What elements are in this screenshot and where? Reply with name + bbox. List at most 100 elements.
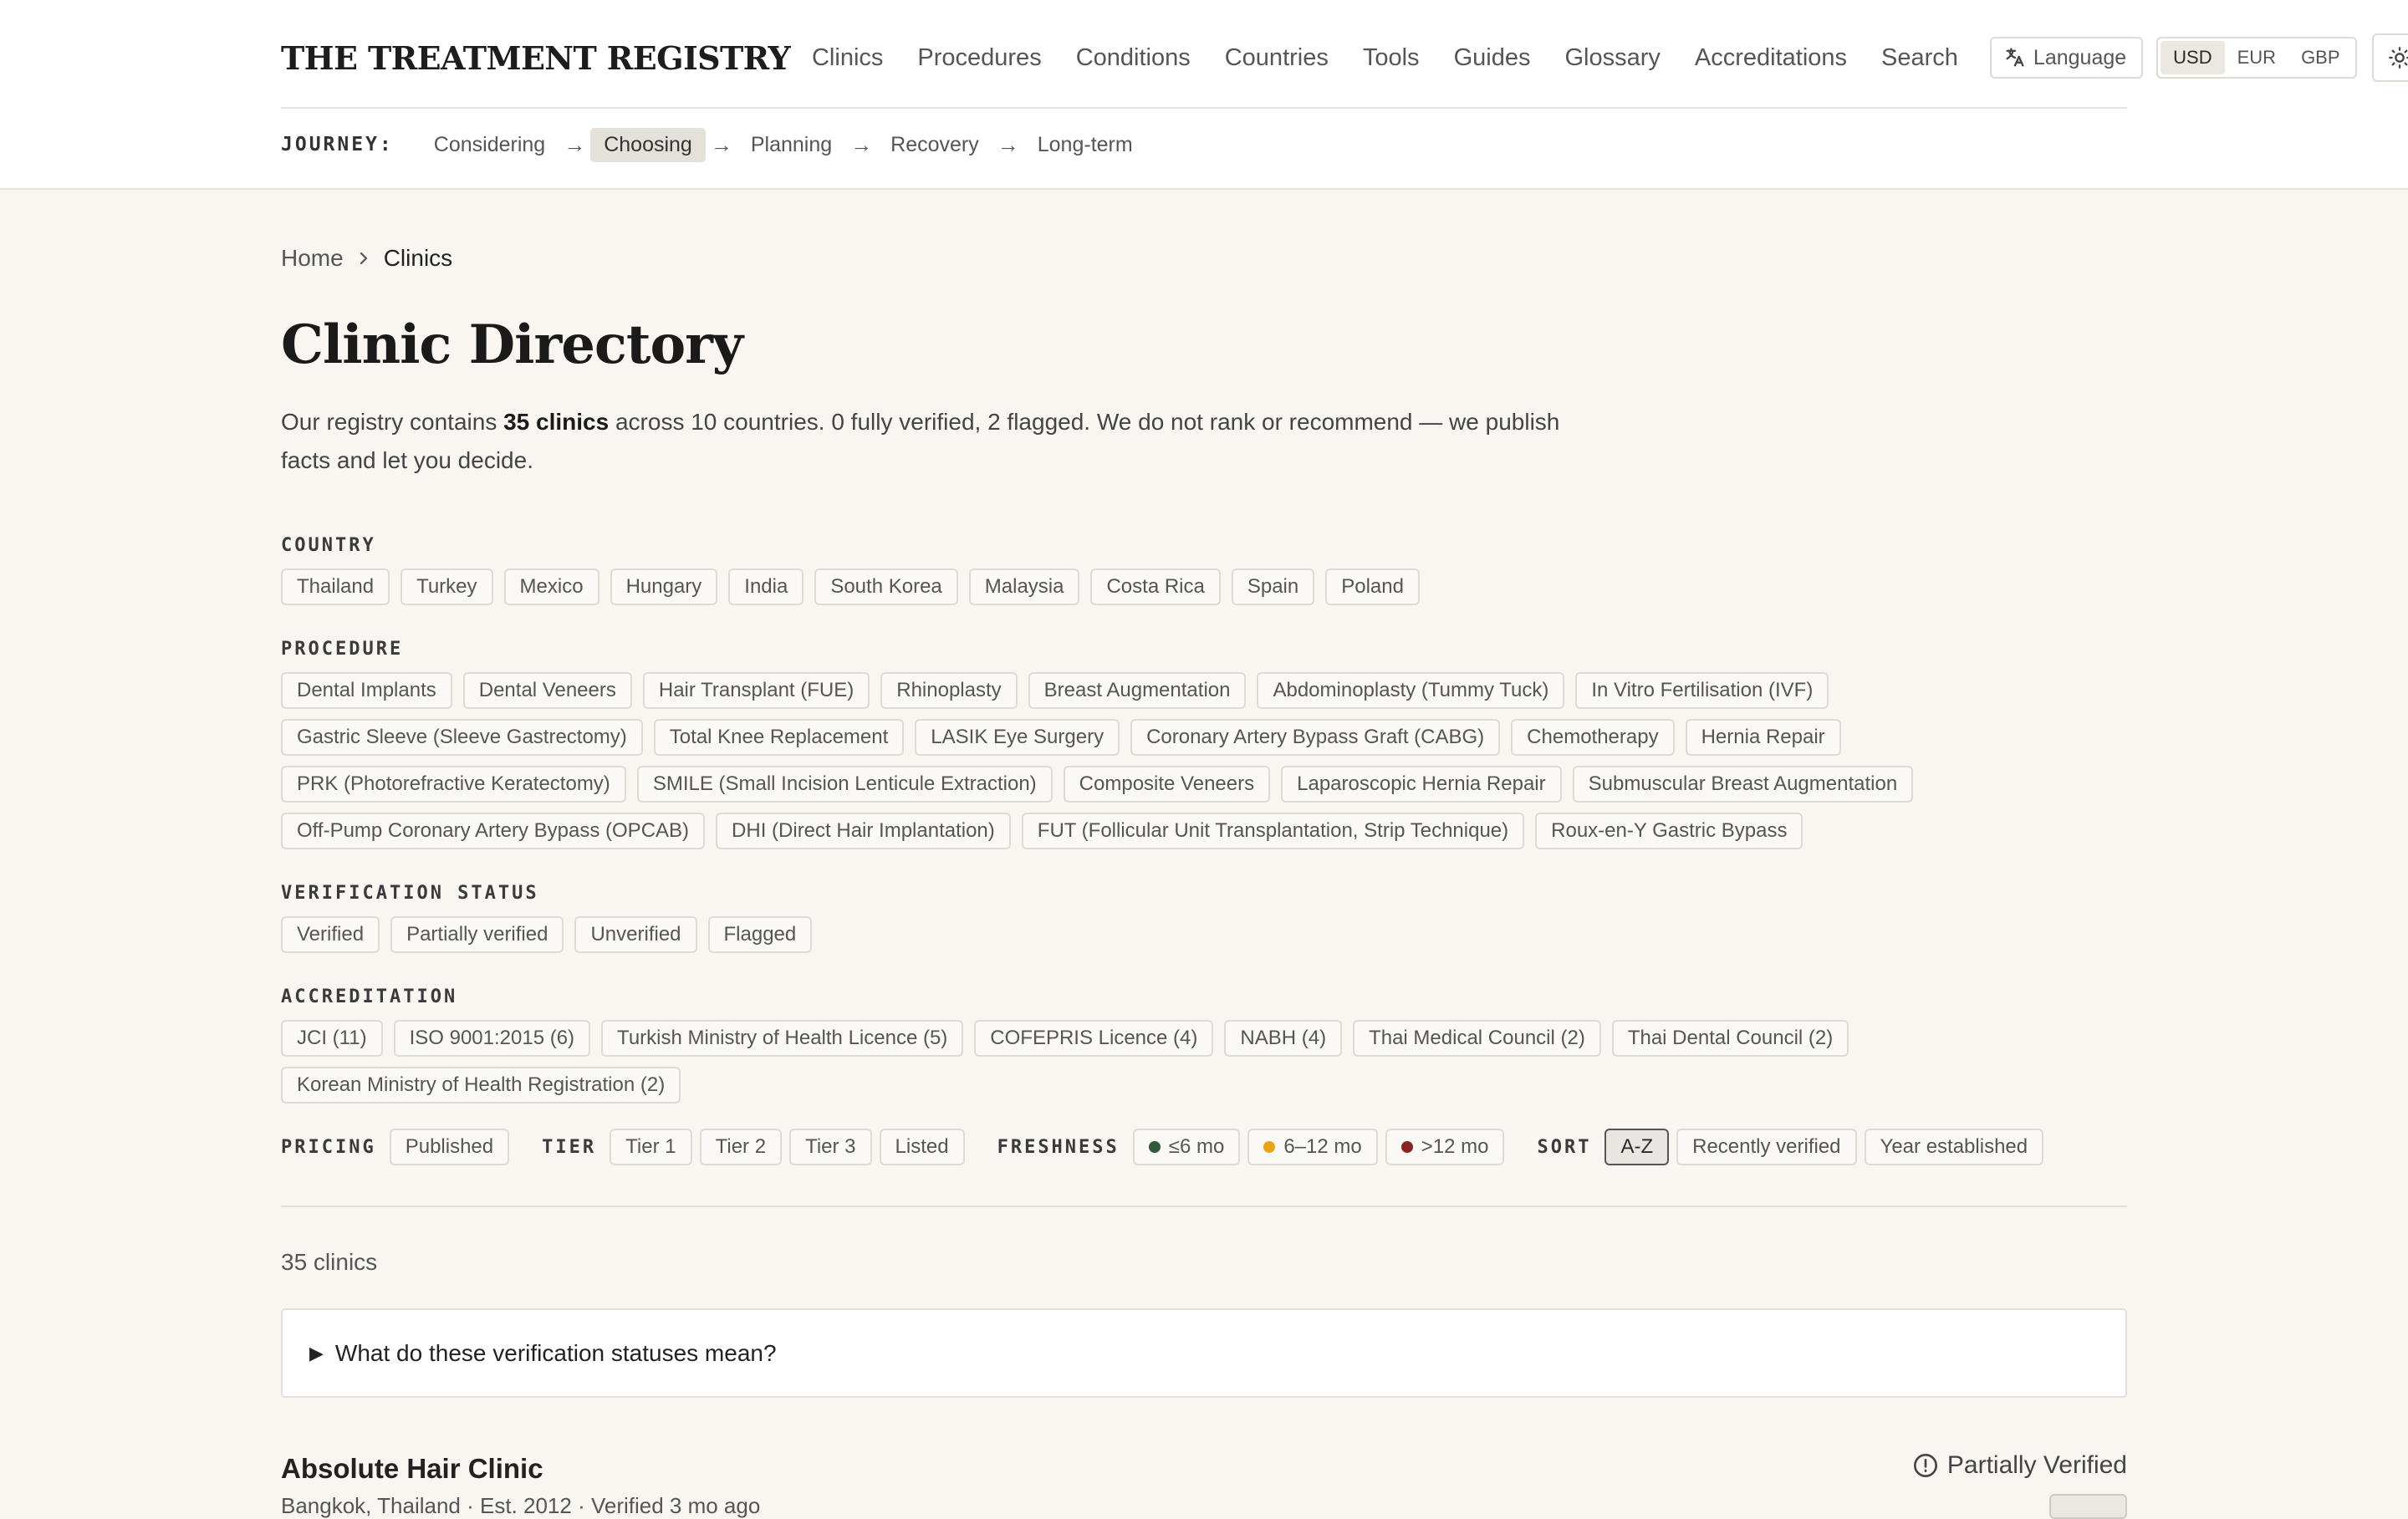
- journey-step-recovery[interactable]: Recovery: [877, 128, 992, 162]
- nav-conditions[interactable]: Conditions: [1076, 44, 1191, 72]
- translate-icon: [2006, 48, 2024, 67]
- sort-chip-year-established[interactable]: Year established: [1864, 1129, 2044, 1165]
- procedure-chip[interactable]: Hair Transplant (FUE): [642, 672, 870, 709]
- journey-step-considering[interactable]: Considering: [421, 128, 559, 162]
- country-chip[interactable]: Hungary: [610, 568, 718, 605]
- clinic-action-button[interactable]: [2049, 1494, 2127, 1519]
- nav-accreditations[interactable]: Accreditations: [1695, 44, 1847, 72]
- freshness-dot-icon: [1263, 1141, 1276, 1153]
- accreditation-chip[interactable]: JCI (11): [281, 1020, 383, 1057]
- procedure-chip[interactable]: Breast Augmentation: [1028, 672, 1247, 709]
- procedure-chip[interactable]: Gastric Sleeve (Sleeve Gastrectomy): [281, 719, 643, 756]
- intro-text: Our registry contains 35 clinics across …: [281, 403, 1585, 480]
- procedure-filter: Dental Implants Dental Veneers Hair Tran…: [281, 672, 2137, 849]
- verification-chip[interactable]: Flagged: [707, 916, 813, 953]
- procedure-chip[interactable]: Dental Veneers: [462, 672, 632, 709]
- nav-search[interactable]: Search: [1881, 44, 1958, 72]
- accreditation-chip[interactable]: COFEPRIS Licence (4): [974, 1020, 1214, 1057]
- currency-gbp[interactable]: GBP: [2288, 41, 2352, 74]
- country-chip[interactable]: Turkey: [400, 568, 493, 605]
- accreditation-chip[interactable]: ISO 9001:2015 (6): [393, 1020, 591, 1057]
- accreditation-chip[interactable]: Korean Ministry of Health Registration (…: [281, 1067, 681, 1104]
- language-label: Language: [2033, 45, 2127, 69]
- accreditation-chip[interactable]: NABH (4): [1224, 1020, 1343, 1057]
- procedure-chip[interactable]: Rhinoplasty: [880, 672, 1018, 709]
- nav-countries[interactable]: Countries: [1225, 44, 1329, 72]
- country-chip[interactable]: South Korea: [814, 568, 958, 605]
- country-chip[interactable]: India: [728, 568, 804, 605]
- currency-switcher: USD EUR GBP: [2156, 37, 2357, 79]
- procedure-chip[interactable]: Laparoscopic Hernia Repair: [1281, 766, 1562, 803]
- clinic-name[interactable]: Absolute Hair Clinic: [281, 1453, 543, 1485]
- verification-explainer-label: What do these verification statuses mean…: [334, 1339, 777, 1366]
- accreditation-chip[interactable]: Thai Medical Council (2): [1353, 1020, 1601, 1057]
- procedure-chip[interactable]: Roux-en-Y Gastric Bypass: [1535, 813, 1803, 849]
- currency-usd[interactable]: USD: [2161, 41, 2225, 74]
- clinic-status-label: Partially Verified: [1946, 1451, 2127, 1479]
- language-button[interactable]: Language: [1989, 37, 2144, 79]
- country-chip[interactable]: Thailand: [281, 568, 390, 605]
- freshness-dot-icon: [1400, 1141, 1413, 1153]
- breadcrumb-current: Clinics: [383, 245, 453, 271]
- procedure-chip[interactable]: Composite Veneers: [1063, 766, 1271, 803]
- nav-guides[interactable]: Guides: [1454, 44, 1531, 72]
- freshness-chip-label: >12 mo: [1421, 1135, 1489, 1158]
- country-chip[interactable]: Mexico: [503, 568, 599, 605]
- procedure-chip[interactable]: Hernia Repair: [1685, 719, 1841, 756]
- freshness-chip[interactable]: 6–12 mo: [1247, 1129, 1378, 1165]
- theme-light-button[interactable]: [2376, 38, 2408, 78]
- journey-step-choosing[interactable]: Choosing: [590, 127, 706, 162]
- verification-chip[interactable]: Partially verified: [390, 916, 564, 953]
- procedure-chip[interactable]: In Vitro Fertilisation (IVF): [1575, 672, 1829, 709]
- verification-chip[interactable]: Verified: [281, 916, 380, 953]
- nav-clinics[interactable]: Clinics: [812, 44, 883, 72]
- filter-accreditation-label: ACCREDITATION: [281, 986, 458, 1007]
- disclosure-triangle-icon: ▶: [309, 1342, 324, 1364]
- procedure-chip[interactable]: LASIK Eye Surgery: [915, 719, 1120, 756]
- accreditation-filter: JCI (11) ISO 9001:2015 (6) Turkish Minis…: [281, 1020, 2137, 1104]
- accreditation-chip[interactable]: Thai Dental Council (2): [1611, 1020, 1849, 1057]
- country-chip[interactable]: Costa Rica: [1090, 568, 1221, 605]
- freshness-chip[interactable]: >12 mo: [1385, 1129, 1505, 1165]
- journey-arrow: →: [850, 131, 873, 157]
- procedure-chip[interactable]: PRK (Photorefractive Keratectomy): [281, 766, 626, 803]
- tier-chip[interactable]: Tier 3: [789, 1129, 872, 1165]
- secondary-filters: PRICING Published TIER Tier 1 Tier 2 Tie…: [281, 1128, 2051, 1166]
- nav-glossary[interactable]: Glossary: [1564, 44, 1660, 72]
- country-chip[interactable]: Malaysia: [968, 568, 1080, 605]
- site-logo[interactable]: THE TREATMENT REGISTRY: [281, 39, 791, 77]
- procedure-chip[interactable]: DHI (Direct Hair Implantation): [716, 813, 1011, 849]
- sort-chip-a-z[interactable]: A-Z: [1604, 1129, 1670, 1165]
- currency-eur[interactable]: EUR: [2225, 41, 2288, 74]
- tier-chip[interactable]: Tier 1: [610, 1129, 692, 1165]
- nav-tools[interactable]: Tools: [1363, 44, 1420, 72]
- procedure-chip[interactable]: SMILE (Small Incision Lenticule Extracti…: [636, 766, 1053, 803]
- procedure-chip[interactable]: Total Knee Replacement: [653, 719, 905, 756]
- journey-step-planning[interactable]: Planning: [737, 128, 845, 162]
- procedure-chip[interactable]: Submuscular Breast Augmentation: [1572, 766, 1914, 803]
- filter-freshness-label: FRESHNESS: [997, 1136, 1120, 1158]
- country-chip[interactable]: Poland: [1325, 568, 1420, 605]
- procedure-chip[interactable]: Coronary Artery Bypass Graft (CABG): [1130, 719, 1501, 756]
- accreditation-chip[interactable]: Turkish Ministry of Health Licence (5): [601, 1020, 964, 1057]
- breadcrumb-home[interactable]: Home: [281, 245, 344, 272]
- filter-country-label: COUNTRY: [281, 535, 376, 556]
- header-divider: [281, 107, 2127, 109]
- journey-label: JOURNEY:: [281, 134, 394, 155]
- verification-chip[interactable]: Unverified: [574, 916, 697, 953]
- nav-procedures[interactable]: Procedures: [917, 44, 1041, 72]
- procedure-chip[interactable]: Abdominoplasty (Tummy Tuck): [1257, 672, 1565, 709]
- journey-step-long-term[interactable]: Long-term: [1024, 128, 1146, 162]
- procedure-chip[interactable]: FUT (Follicular Unit Transplantation, St…: [1021, 813, 1525, 849]
- country-chip[interactable]: Spain: [1231, 568, 1315, 605]
- procedure-chip[interactable]: Off-Pump Coronary Artery Bypass (OPCAB): [281, 813, 706, 849]
- sort-chip-recently-verified[interactable]: Recently verified: [1676, 1129, 1857, 1165]
- procedure-chip[interactable]: Chemotherapy: [1511, 719, 1675, 756]
- verification-explainer[interactable]: ▶ What do these verification statuses me…: [281, 1308, 2127, 1398]
- tier-chip[interactable]: Tier 2: [699, 1129, 783, 1165]
- country-filter: Thailand Turkey Mexico Hungary India Sou…: [281, 568, 2137, 605]
- pricing-chip[interactable]: Published: [389, 1129, 510, 1165]
- freshness-chip[interactable]: ≤6 mo: [1132, 1129, 1241, 1165]
- tier-chip[interactable]: Listed: [879, 1129, 965, 1165]
- procedure-chip[interactable]: Dental Implants: [281, 672, 452, 709]
